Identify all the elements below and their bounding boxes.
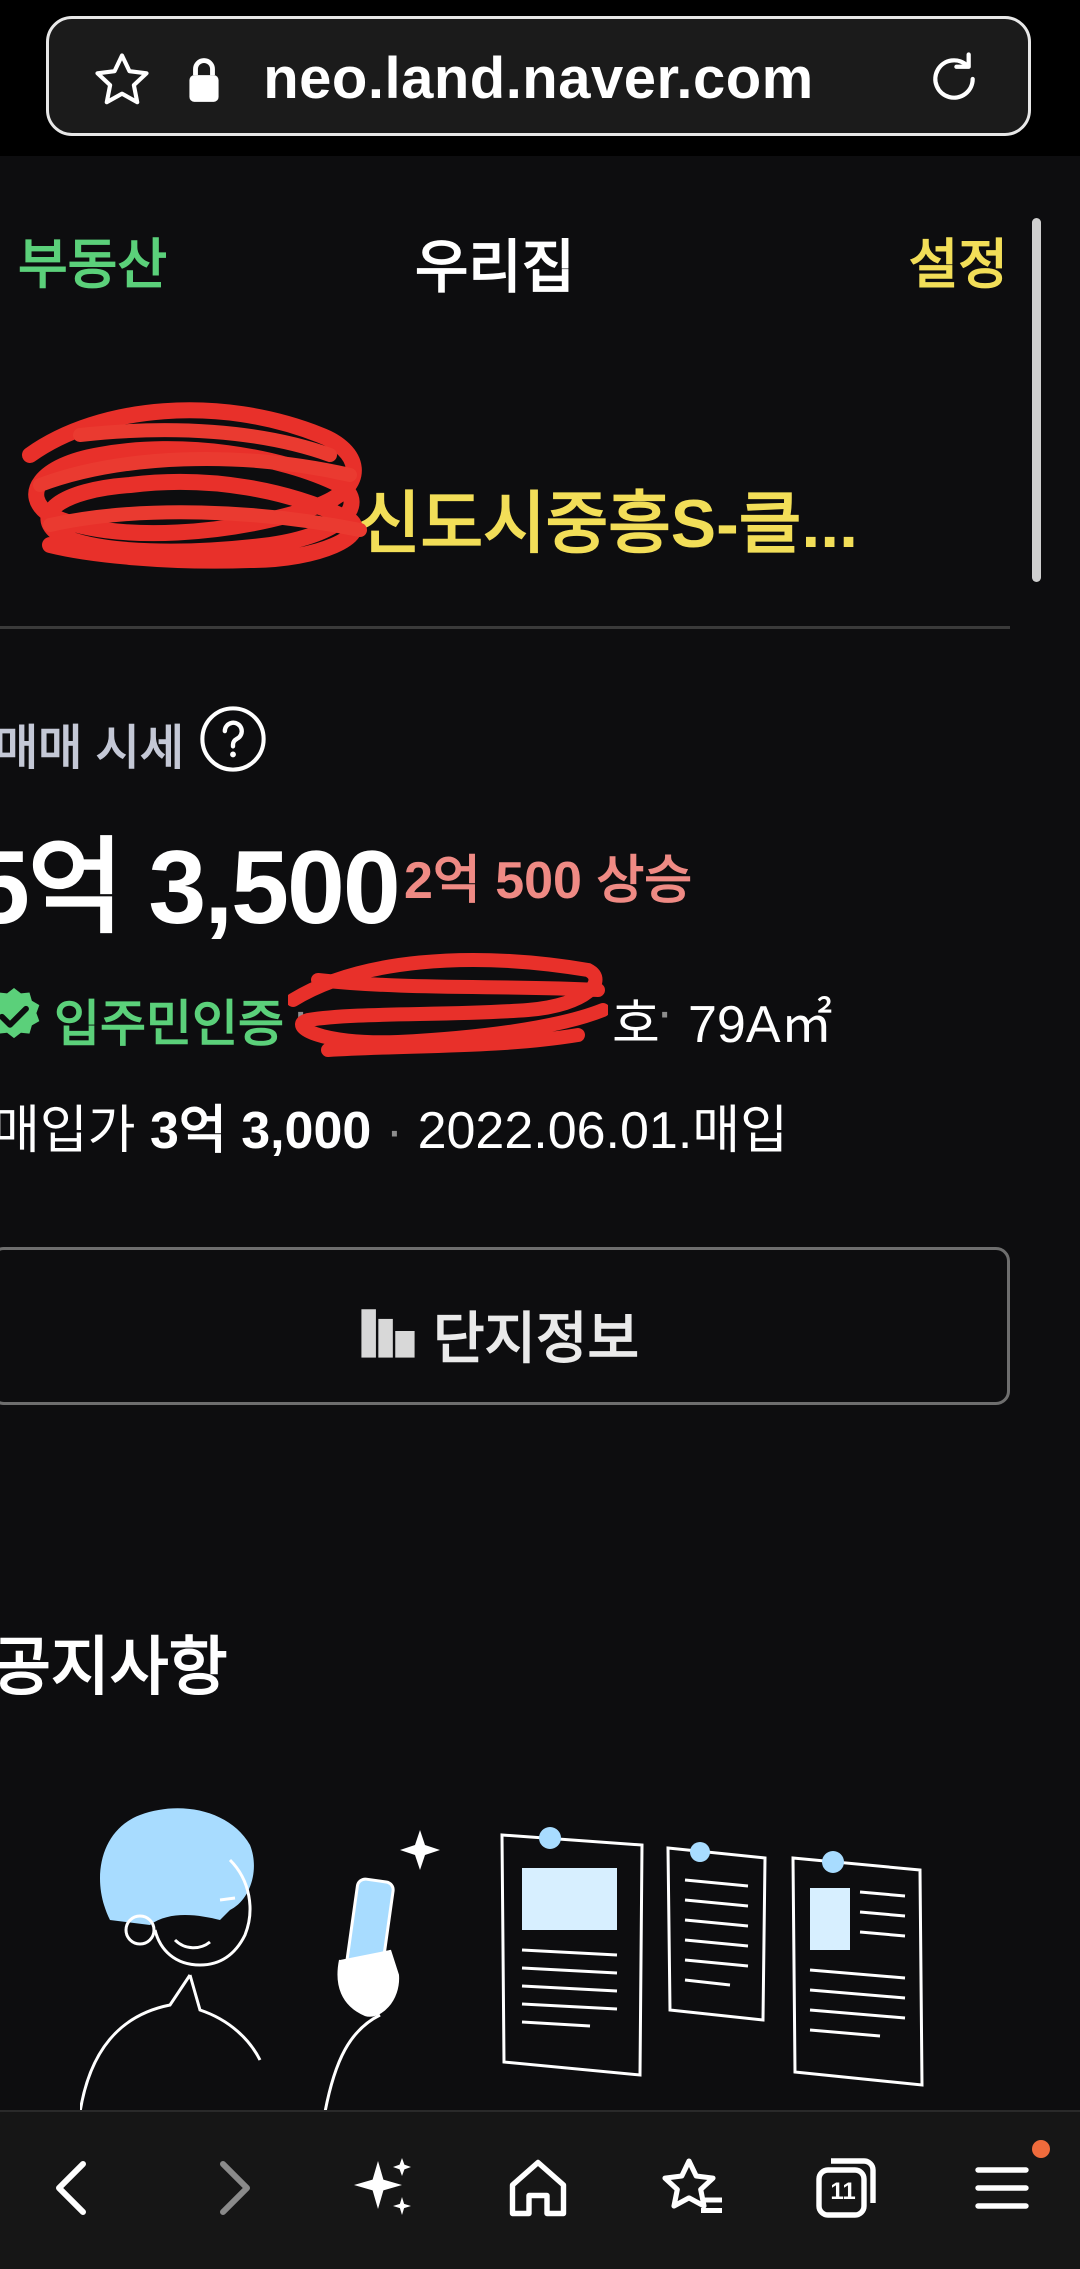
divider [0,626,1010,629]
address-bar[interactable]: neo.land.naver.com [46,16,1031,136]
purchase-info: 매입가 3억 3,000 · 2022.06.01.매입 [0,1088,788,1163]
notice-section-title: 공지사항 [0,1631,228,1703]
browser-bottom-nav: 11 [0,2110,1080,2269]
unit-area: 79A㎡ [688,996,833,1054]
purchase-price: 3억 3,000 [149,1102,372,1160]
browser-toolbar: neo.land.naver.com [0,0,1080,156]
notice-illustration [80,1808,924,2112]
market-price: 5억 3,500 [0,830,401,946]
building-icon [361,1309,415,1358]
complex-info-label: 단지정보 [433,1307,640,1370]
notification-dot [1032,2140,1050,2158]
redaction-scribble [288,953,608,1057]
tab-count: 11 [830,2178,856,2205]
reload-icon[interactable] [922,47,986,111]
url-text[interactable]: neo.land.naver.com [49,45,1028,112]
settings-link[interactable]: 설정 [909,220,1008,299]
ai-sparkle-icon[interactable] [348,2152,420,2224]
purchase-label: 매입가 [0,1102,136,1160]
scrollbar[interactable] [1032,218,1041,582]
purchase-date: 2022.06.01.매입 [417,1102,788,1160]
price-label: 매매 시세 [0,722,184,775]
help-icon[interactable] [198,704,268,774]
complex-info-button[interactable]: 단지정보 [0,1247,1010,1405]
verified-badge-icon [0,988,40,1039]
menu-icon[interactable] [966,2152,1038,2224]
page-title: 우리집 [414,235,576,300]
back-icon[interactable] [38,2152,110,2224]
price-change: 2억 500 상승 [404,852,693,910]
redaction-scribble [22,402,367,569]
resident-verified-label: 입주민인증 [54,996,284,1052]
tabs-icon[interactable]: 11 [810,2152,882,2224]
unit-number-suffix: 호 [612,996,660,1054]
bookmarks-icon[interactable] [656,2152,728,2224]
dot-separator: · [656,983,674,1041]
forward-icon[interactable] [196,2152,268,2224]
home-icon[interactable] [502,2152,574,2224]
